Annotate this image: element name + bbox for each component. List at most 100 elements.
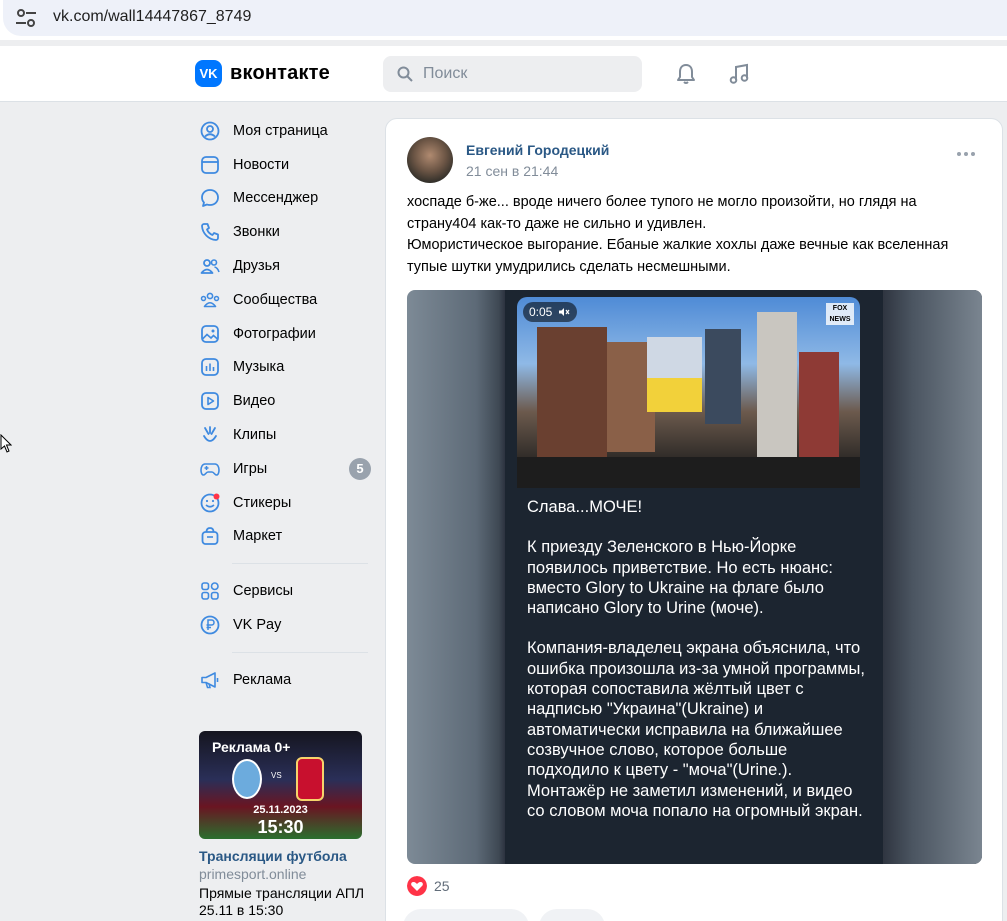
url-text[interactable]: vk.com/wall14447867_8749 [53,8,251,26]
phone-icon [201,223,219,242]
ad-title[interactable]: Трансляции футбола [199,848,362,864]
clips-icon [203,426,217,442]
profile-icon [200,121,220,141]
billboard-flag [647,337,702,412]
music-player-icon[interactable] [727,62,751,86]
stickers-icon [200,493,220,513]
left-sidebar: Моя страница Новости Мессенджер Звонки Д… [199,114,371,697]
vk-logo[interactable]: VK вконтакте [195,60,330,87]
post-text-line: страну404 как-то даже не сильно и удивле… [407,215,707,232]
browser-address-bar: vk.com/wall14447867_8749 [0,0,1007,40]
more-options-icon[interactable] [956,151,976,157]
nav-label: Моя страница [233,122,328,139]
post-text: хоспаде б-же... вроде ничего более тупог… [407,192,987,278]
search-input[interactable] [423,56,633,92]
post-date[interactable]: 21 сен в 21:44 [466,163,558,179]
nav-label: Музыка [233,359,285,376]
nav-item-video[interactable]: Видео [199,384,371,418]
like-button[interactable] [403,909,529,921]
man-city-crest-icon [232,759,262,799]
nav-item-services[interactable]: Сервисы [199,574,371,608]
nav-item-my-page[interactable]: Моя страница [199,114,371,148]
author-avatar[interactable] [407,137,453,183]
search-icon [397,66,413,82]
reactions-summary[interactable]: 25 [407,876,450,896]
nav-item-ads[interactable]: Реклама [199,663,371,697]
video-time-text: 0:05 [529,305,553,319]
sidebar-ad[interactable]: Реклама 0+ VS 25.11.2023 15:30 Трансляци… [199,731,364,919]
nav-label: Новости [233,156,290,173]
nav-item-stickers[interactable]: Стикеры [199,486,371,520]
video-timestamp: 0:05 [523,302,577,322]
embedded-video-frame[interactable]: 0:05 FOX NEWS [517,297,860,488]
nav-label: Игры [233,460,268,477]
nav-label: Стикеры [233,494,292,511]
building [799,352,839,462]
vk-logo-text: вконтакте [230,62,330,84]
nav-label: VK Pay [233,617,282,634]
heart-reaction-icon [407,876,427,896]
versus-text: VS [271,771,282,780]
nav-label: Видео [233,393,276,410]
nav-item-clips[interactable]: Клипы [199,418,371,452]
friends-icon [200,259,220,274]
billboard [705,329,741,424]
post-text-line: хоспаде б-же... вроде ничего более тупог… [407,194,917,210]
nav-item-communities[interactable]: Сообщества [199,283,371,317]
nav-item-music[interactable]: Музыка [199,351,371,385]
street-crowd [517,457,860,488]
nav-label: Сообщества [233,291,318,308]
nav-divider [232,563,368,565]
comment-button[interactable] [539,909,605,921]
post-text-line: Юмористическое выгорание. Ебаные жалкие … [407,237,949,253]
nav-label: Маркет [233,528,283,545]
ad-match-time: 15:30 [257,817,304,837]
messenger-icon [201,189,219,208]
nav-label: Мессенджер [233,190,319,207]
nav-item-friends[interactable]: Друзья [199,249,371,283]
screenshot-paragraph: Слава...МОЧЕ! [527,498,643,516]
notifications-bell-icon[interactable] [674,62,698,86]
nav-item-news[interactable]: Новости [199,148,371,182]
ad-description: Прямые трансляции АПЛ 25.11 в 15:30 [199,885,365,918]
site-settings-icon[interactable] [15,8,37,28]
video-icon [201,392,219,411]
building [537,327,607,457]
nav-item-games[interactable]: Игры 5 [199,452,371,486]
wall-post: Евгений Городецкий 21 сен в 21:44 хоспад… [385,118,1003,921]
ad-match-date: 25.11.2023 [253,804,308,816]
nav-label: Реклама [233,671,292,688]
photos-icon [201,324,219,343]
post-attachment-image[interactable]: 0:05 FOX NEWS Слава...МОЧЕ! К приезду Зе… [407,290,982,864]
screenshot-paragraph: Компания-владелец экрана объяснила, что … [527,639,866,820]
post-text-line: тупые шутки умудрились сделать несмешным… [407,258,731,275]
nav-item-messenger[interactable]: Мессенджер [199,182,371,216]
vk-logo-icon: VK [195,60,222,87]
nav-item-vkpay[interactable]: VK Pay [199,608,371,642]
search-box[interactable] [383,56,642,92]
nav-label: Друзья [233,258,281,275]
vkpay-icon [200,615,220,635]
post-author-name[interactable]: Евгений Городецкий [466,142,609,158]
screenshot-paragraph: К приезду Зеленского в Нью-Йорке появило… [527,538,833,618]
vk-header: VK вконтакте [0,46,1007,102]
address-field[interactable]: vk.com/wall14447867_8749 [3,0,1007,36]
ad-domain[interactable]: primesport.online [199,866,362,882]
nav-label: Звонки [233,224,280,241]
ads-icon [201,672,219,689]
nav-item-market[interactable]: Маркет [199,520,371,554]
nav-item-photos[interactable]: Фотографии [199,317,371,351]
market-icon [201,527,219,546]
nav-item-calls[interactable]: Звонки [199,215,371,249]
nav-divider [232,651,368,653]
nav-label: Фотографии [233,325,316,342]
services-icon [201,582,219,601]
ad-banner-image[interactable]: Реклама 0+ VS 25.11.2023 15:30 [199,731,362,839]
likes-count: 25 [434,878,450,894]
screenshot-text: Слава...МОЧЕ! К приезду Зеленского в Нью… [527,497,867,841]
music-icon [201,358,219,377]
communities-icon [200,292,220,308]
ad-label: Реклама 0+ [212,739,291,755]
nav-label: Сервисы [233,583,294,600]
liverpool-crest-icon [296,757,324,801]
